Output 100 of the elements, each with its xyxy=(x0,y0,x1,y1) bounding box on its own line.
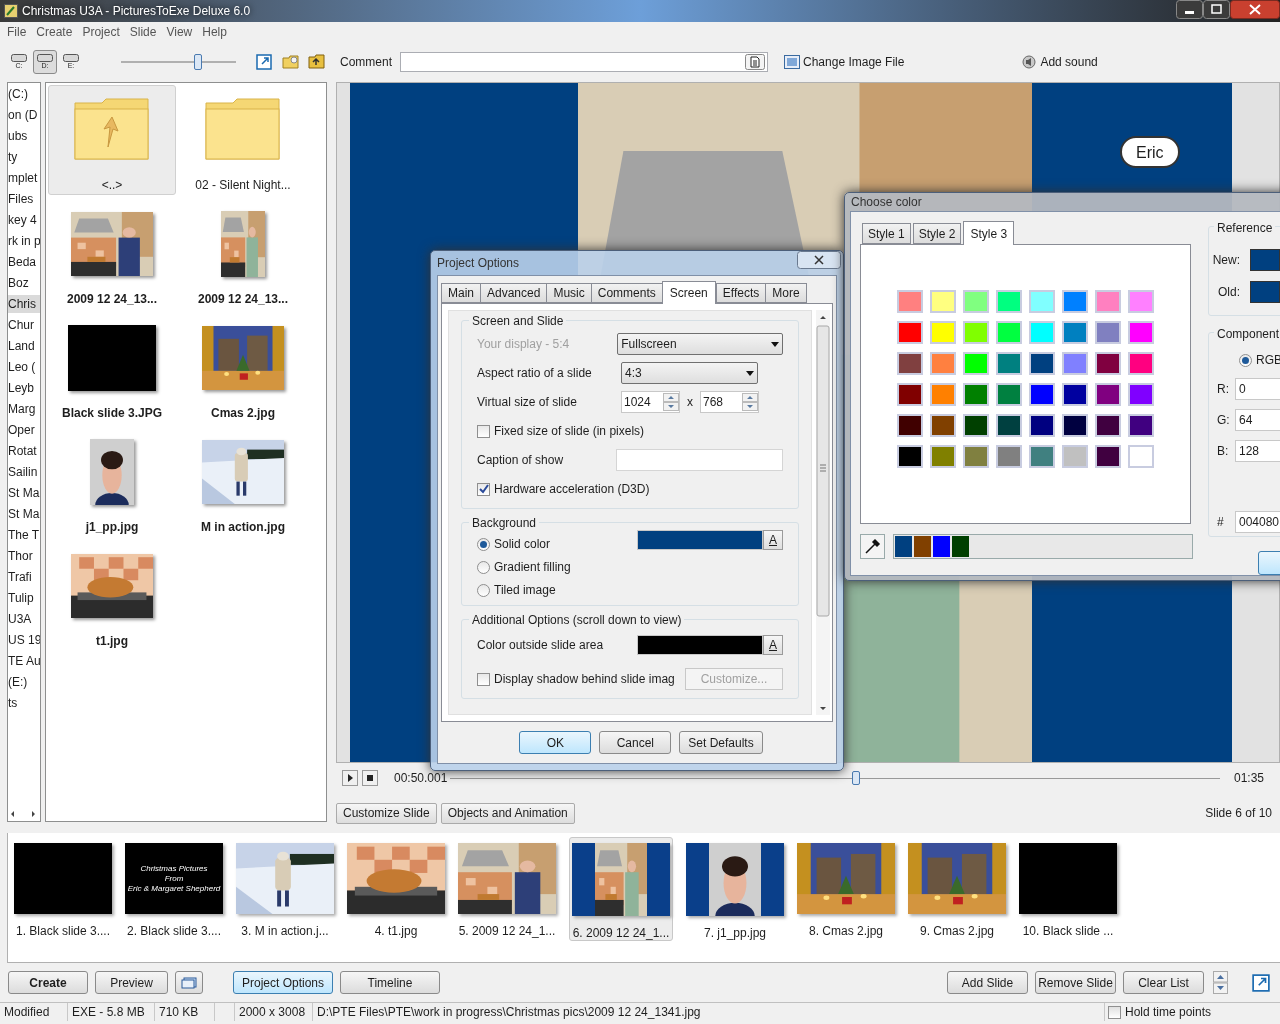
list-button[interactable]: Add Slide xyxy=(947,971,1028,994)
color-swatch[interactable] xyxy=(1029,290,1055,313)
color-swatch[interactable] xyxy=(1128,445,1154,468)
hold-time-checkbox[interactable]: Hold time points xyxy=(1108,1003,1212,1021)
dialog-button[interactable]: Cancel xyxy=(599,731,672,754)
tree-item[interactable]: Land xyxy=(8,337,40,355)
list-button[interactable]: Remove Slide xyxy=(1035,971,1116,994)
spin-arrows-icon[interactable] xyxy=(663,393,679,411)
fixed-size-checkbox[interactable]: Fixed size of slide (in pixels) xyxy=(477,422,645,440)
number-field[interactable]: 128 xyxy=(1235,440,1280,462)
tree-item[interactable]: US 19 xyxy=(8,631,40,649)
color-swatch[interactable] xyxy=(1095,383,1121,406)
toolbar-button[interactable]: Customize Slide xyxy=(336,802,437,824)
tree-item[interactable]: Beda xyxy=(8,253,40,271)
tree-item[interactable]: Leo ( xyxy=(8,358,40,376)
tree-item[interactable]: St Ma xyxy=(8,484,40,502)
tree-item[interactable]: Thor xyxy=(8,547,40,565)
color-swatch[interactable] xyxy=(1062,321,1088,344)
tab[interactable]: Style 1 xyxy=(862,223,911,244)
color-swatch[interactable] xyxy=(933,536,950,557)
comment-field[interactable] xyxy=(400,52,768,72)
browser-entry[interactable]: Black slide 3.JPG xyxy=(48,313,176,423)
color-swatch[interactable] xyxy=(897,383,923,406)
tab[interactable]: Screen xyxy=(661,281,716,304)
minimize-button[interactable] xyxy=(1176,0,1203,19)
color-swatch[interactable] xyxy=(1029,445,1055,468)
tree-item[interactable]: Chur xyxy=(8,316,40,334)
color-swatch[interactable] xyxy=(1062,445,1088,468)
color-picker-button[interactable]: A xyxy=(763,635,783,655)
radio-option[interactable]: Gradient filling xyxy=(477,558,637,576)
maximize-view-icon[interactable] xyxy=(1252,973,1270,992)
color-swatch[interactable] xyxy=(1062,414,1088,437)
filmstrip-entry[interactable]: 4. t1.jpg xyxy=(347,837,445,941)
timeline-slider[interactable] xyxy=(450,770,1220,786)
filmstrip-entry[interactable]: Christmas Pictures From Eric & Margaret Shepherd 2. Black slide 3.... xyxy=(125,837,223,941)
color-swatch[interactable] xyxy=(897,352,923,375)
menu-item[interactable]: Slide xyxy=(124,23,162,41)
width-spinbox[interactable]: 1024 xyxy=(621,391,680,413)
color-swatch[interactable] xyxy=(1062,290,1088,313)
eyedropper-icon[interactable] xyxy=(860,534,885,559)
color-swatch[interactable] xyxy=(1095,290,1121,313)
color-swatch[interactable] xyxy=(1029,352,1055,375)
color-swatch[interactable] xyxy=(1062,352,1088,375)
tree-item[interactable]: rk in p xyxy=(8,232,40,250)
tree-item[interactable]: St Ma xyxy=(8,505,40,523)
slider-thumb[interactable] xyxy=(851,771,860,785)
display-dropdown[interactable]: Fullscreen xyxy=(617,333,783,355)
color-swatch[interactable] xyxy=(1029,321,1055,344)
change-image-link[interactable]: Change Image File xyxy=(803,53,905,71)
tab[interactable]: Main xyxy=(441,283,481,303)
tree-item[interactable]: ty xyxy=(8,148,40,166)
stop-button[interactable] xyxy=(362,770,378,786)
color-swatch[interactable] xyxy=(963,290,989,313)
tab[interactable]: Advanced xyxy=(480,283,548,303)
tree-item[interactable]: ts xyxy=(8,694,40,712)
toolbar-button[interactable]: Timeline xyxy=(340,971,440,994)
maximize-button[interactable] xyxy=(1203,0,1230,19)
browser-entry[interactable]: t1.jpg xyxy=(48,541,176,651)
browser-entry[interactable]: M in action.jpg xyxy=(178,427,308,537)
menu-item[interactable]: Create xyxy=(31,23,78,41)
tree-item[interactable]: key 4 xyxy=(8,211,40,229)
filmstrip-entry[interactable]: 1. Black slide 3.... xyxy=(14,837,112,941)
open-folder-icon[interactable] xyxy=(282,54,300,70)
browser-entry[interactable]: Cmas 2.jpg xyxy=(178,313,308,423)
dialog-button[interactable]: Set Defaults xyxy=(679,731,763,754)
filmstrip-entry[interactable]: 3. M in action.j... xyxy=(236,837,334,941)
color-swatch[interactable] xyxy=(1095,414,1121,437)
maximize-view-icon[interactable] xyxy=(256,54,272,70)
speaker-icon[interactable] xyxy=(1022,55,1037,69)
color-swatch[interactable] xyxy=(963,414,989,437)
tab[interactable]: Music xyxy=(546,283,592,303)
color-swatch[interactable] xyxy=(963,383,989,406)
browser-entry[interactable]: <..> xyxy=(48,85,176,195)
color-swatch[interactable] xyxy=(1095,445,1121,468)
browser-entry[interactable]: j1_pp.jpg xyxy=(48,427,176,537)
tree-item[interactable]: Rotat xyxy=(8,442,40,460)
color-swatch[interactable] xyxy=(952,536,969,557)
tree-item[interactable]: Sailin xyxy=(8,463,40,481)
filmstrip-entry[interactable]: 9. Cmas 2.jpg xyxy=(908,837,1006,941)
play-button[interactable] xyxy=(342,770,358,786)
color-swatch[interactable] xyxy=(996,445,1022,468)
tree-item[interactable]: Oper xyxy=(8,421,40,439)
color-swatch[interactable] xyxy=(996,383,1022,406)
color-swatch[interactable] xyxy=(1128,352,1154,375)
tree-item[interactable]: mplet xyxy=(8,169,40,187)
color-swatch[interactable] xyxy=(930,383,956,406)
color-swatch[interactable] xyxy=(1128,290,1154,313)
color-swatch[interactable] xyxy=(1062,383,1088,406)
browser-entry[interactable]: 2009 12 24_13... xyxy=(178,199,308,309)
tree-item[interactable]: TE Au xyxy=(8,652,40,670)
aspect-dropdown[interactable]: 4:3 xyxy=(621,362,758,384)
filmstrip-entry[interactable]: 7. j1_pp.jpg xyxy=(686,837,784,941)
number-field[interactable]: 64 xyxy=(1235,409,1280,431)
color-swatch[interactable] xyxy=(963,445,989,468)
shadow-checkbox[interactable]: Display shadow behind slide imag xyxy=(477,670,675,688)
hardware-checkbox[interactable]: Hardware acceleration (D3D) xyxy=(477,480,650,498)
color-swatch[interactable] xyxy=(996,414,1022,437)
color-swatch[interactable] xyxy=(930,321,956,344)
menu-item[interactable]: Help xyxy=(197,23,232,41)
dialog-button[interactable]: OK xyxy=(519,731,592,754)
